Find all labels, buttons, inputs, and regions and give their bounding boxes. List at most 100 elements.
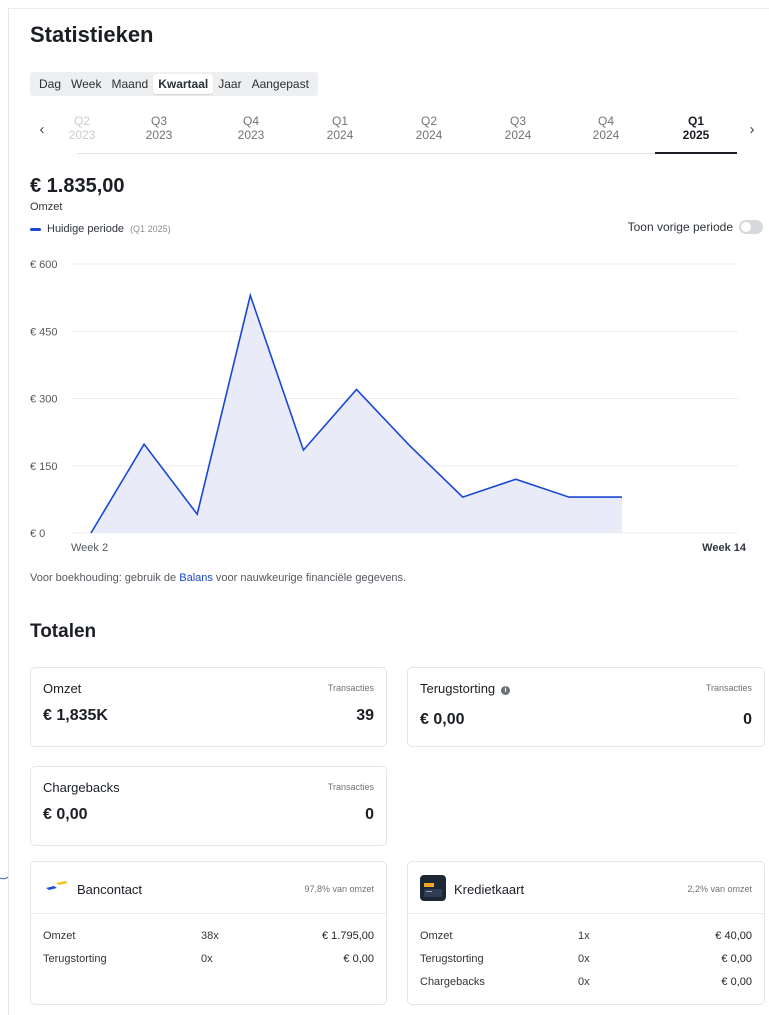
card-chargebacks: Chargebacks Transacties € 0,00 0 [30,766,387,846]
row-count: 38x [201,930,219,942]
quarter-item[interactable]: Q3 2023 [117,114,201,142]
card-value: € 1,835K [43,707,108,724]
card-terugstorting: Terugstorting i Transacties € 0,00 0 [407,667,765,747]
previous-period-toggle-wrap: Toon vorige periode [628,220,763,234]
quarter-active-underline [655,152,737,154]
tab-week[interactable]: Week [66,74,106,94]
quarter-year: 2024 [592,128,620,142]
quarter-item[interactable]: Q3 2024 [476,114,560,142]
payment-method-share: 2,2% van omzet [687,884,752,894]
payment-row: Chargebacks 0x € 0,00 [420,976,752,990]
bancontact-logo-icon [46,881,68,890]
quarter-label: Q2 [73,114,90,128]
note-text-end: voor nauwkeurige financiële gegevens. [212,572,407,584]
credit-card-icon [420,875,446,901]
row-label: Terugstorting [43,953,107,965]
payment-row: Terugstorting 0x € 0,00 [420,953,752,967]
page-title: Statistieken [30,22,154,47]
payment-method-bancontact: Bancontact 97,8% van omzet Omzet 38x € 1… [30,861,387,1005]
payment-method-share: 97,8% van omzet [304,884,374,894]
previous-period-toggle[interactable] [739,220,763,234]
tab-maand[interactable]: Maand [106,74,153,94]
legend-swatch [30,227,41,231]
quarter-item-active[interactable]: Q1 2025 [654,114,738,142]
payment-method-header: Bancontact 97,8% van omzet [31,862,386,914]
legend-label: Huidige periode [47,223,125,235]
card-count: 0 [365,806,374,823]
row-label: Terugstorting [420,953,484,965]
totals-title: Totalen [30,621,97,642]
balans-link[interactable]: Balans [179,572,213,584]
row-count: 0x [578,953,590,965]
card-value: € 0,00 [43,806,88,823]
y-tick-label: € 0 [30,528,45,540]
tab-jaar[interactable]: Jaar [213,74,246,94]
quarter-label: Q3 [150,114,167,128]
quarter-label: Q1 [687,114,704,128]
card-title: Terugstorting [420,681,496,696]
row-amount: € 1.795,00 [322,930,374,942]
payment-method-name: Kredietkaart [454,882,525,897]
y-tick-label: € 450 [30,326,58,338]
row-label: Omzet [420,930,453,942]
quarter-label: Q1 [331,114,348,128]
row-count: 1x [578,930,590,942]
payment-row: Terugstorting 0x € 0,00 [43,953,374,967]
period-tabs: Dag Week Maand Kwartaal Jaar Aangepast [30,72,318,96]
y-axis-ticks: € 0 € 150 € 300 € 450 € 600 [30,259,58,540]
accounting-note: Voor boekhouding: gebruik de Balans voor… [30,572,406,584]
quarter-label: Q3 [509,114,526,128]
legend-period: (Q1 2025) [130,224,171,234]
x-tick-label-start: Week 2 [71,542,108,554]
card-tx-label: Transacties [327,782,374,792]
tab-dag[interactable]: Dag [34,74,66,94]
chart-legend: Huidige periode (Q1 2025) [30,223,171,235]
card-title-wrap: Terugstorting i [420,681,511,696]
quarter-item[interactable]: Q4 2023 [209,114,293,142]
revenue-label: Omzet [30,201,63,213]
quarter-label: Q4 [242,114,259,128]
tab-aangepast[interactable]: Aangepast [247,74,314,94]
payment-row: Omzet 1x € 40,00 [420,930,752,944]
card-count: 0 [743,711,752,728]
edge-decoration [0,876,8,880]
y-tick-label: € 600 [30,259,58,271]
payment-method-kredietkaart: Kredietkaart 2,2% van omzet Omzet 1x € 4… [407,861,765,1005]
tab-kwartaal[interactable]: Kwartaal [153,74,214,94]
quarter-navigator: ‹ Q2 2023 Q3 2023 Q4 2023 Q1 2024 Q2 2024 Q3 2… [30,112,765,156]
row-amount: € 0,00 [343,953,374,965]
card-title: Chargebacks [43,780,120,795]
revenue-amount: € 1.835,00 [30,175,125,197]
quarter-item[interactable]: Q2 2023 [40,114,124,142]
info-icon[interactable]: i [501,686,511,695]
row-label: Chargebacks [420,976,485,988]
toggle-knob [741,222,751,232]
quarter-year: 2024 [504,128,532,142]
credit-card-graphic [424,883,442,897]
card-tx-label: Transacties [705,683,752,693]
card-tx-label: Transacties [327,683,374,693]
quarter-year: 2023 [145,128,173,142]
y-tick-label: € 150 [30,461,58,473]
quarter-divider [77,153,737,154]
revenue-chart: € 0 € 150 € 300 € 450 € 600 Week 2 Week 14 [30,259,747,554]
card-value: € 0,00 [420,711,465,728]
row-amount: € 0,00 [721,976,752,988]
toggle-label: Toon vorige periode [627,220,733,234]
payment-row: Omzet 38x € 1.795,00 [43,930,374,944]
quarter-label: Q2 [420,114,437,128]
quarter-item[interactable]: Q2 2024 [387,114,471,142]
quarter-year: 2023 [237,128,265,142]
quarter-label: Q4 [597,114,614,128]
row-label: Omzet [43,930,76,942]
row-amount: € 40,00 [715,930,752,942]
quarter-item[interactable]: Q1 2024 [298,114,382,142]
quarter-year: 2023 [68,128,96,142]
y-tick-label: € 300 [30,394,58,406]
quarter-item[interactable]: Q4 2024 [564,114,648,142]
quarter-year: 2024 [326,128,354,142]
quarter-year: 2025 [682,128,710,142]
x-tick-label-end: Week 14 [702,542,747,554]
chevron-right-icon[interactable]: › [742,120,762,140]
row-count: 0x [578,976,590,988]
